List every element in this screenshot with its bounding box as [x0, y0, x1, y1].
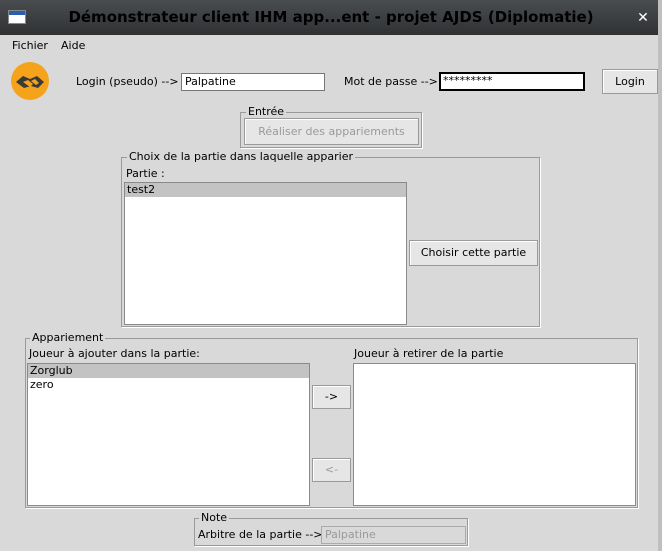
realiser-appariements-button[interactable]: Réaliser des appariements [244, 118, 419, 145]
handshake-icon [11, 62, 49, 100]
joueur-ajouter-listbox[interactable]: Zorglub zero [27, 363, 310, 506]
list-item[interactable]: zero [28, 378, 309, 392]
entree-legend: Entrée [246, 105, 287, 119]
password-label: Mot de passe --> [344, 75, 438, 88]
remove-player-button[interactable]: <- [312, 458, 351, 482]
choix-partie-legend: Choix de la partie dans laquelle apparie… [127, 150, 355, 164]
login-button[interactable]: Login [602, 69, 658, 94]
joueur-ajouter-label: Joueur à ajouter dans la partie: [29, 347, 200, 360]
add-player-button[interactable]: -> [312, 385, 351, 409]
window-title: Démonstrateur client IHM app...ent - pro… [68, 8, 594, 26]
partie-listbox[interactable]: test2 [124, 182, 407, 325]
joueur-retirer-label: Joueur à retirer de la partie [354, 347, 504, 360]
appariement-legend: Appariement [30, 331, 106, 345]
note-legend: Note [199, 511, 230, 525]
list-item[interactable]: Zorglub [28, 364, 309, 378]
menu-aide[interactable]: Aide [61, 38, 85, 54]
login-field[interactable]: Palpatine [181, 73, 325, 91]
password-field[interactable]: ********* [439, 72, 585, 91]
partie-label: Partie : [126, 167, 165, 180]
login-label: Login (pseudo) --> [76, 75, 179, 88]
window-border [658, 0, 662, 551]
close-icon[interactable]: ✕ [631, 6, 655, 30]
list-item[interactable]: test2 [125, 183, 406, 197]
arbitre-field: Palpatine [321, 526, 466, 544]
arbitre-label: Arbitre de la partie --> [198, 528, 323, 541]
choisir-partie-button[interactable]: Choisir cette partie [409, 240, 538, 266]
menu-fichier[interactable]: Fichier [12, 38, 48, 54]
joueur-retirer-listbox[interactable] [353, 363, 636, 506]
